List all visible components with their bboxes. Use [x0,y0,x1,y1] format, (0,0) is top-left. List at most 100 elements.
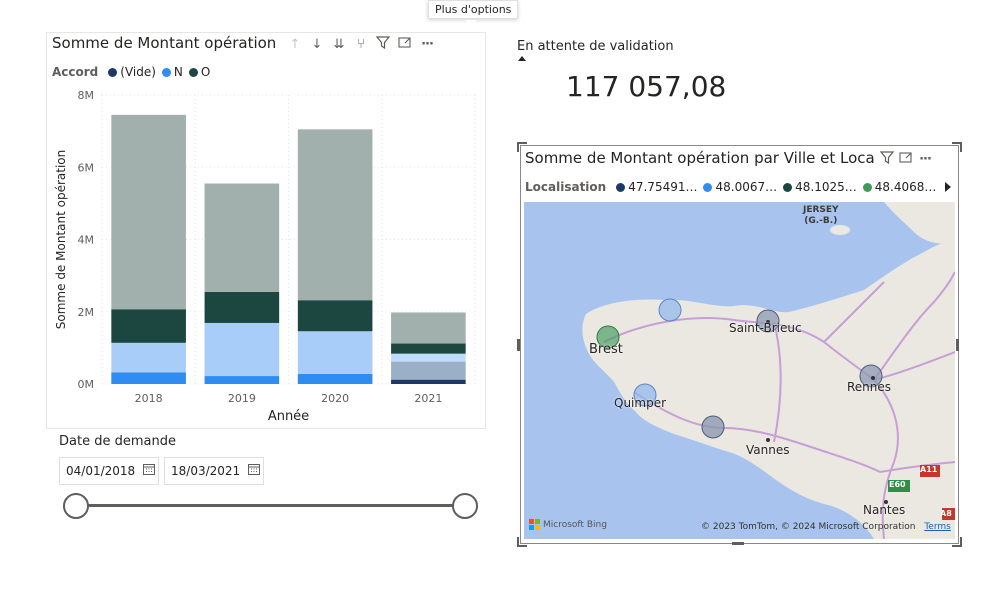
calendar-icon[interactable] [248,458,261,484]
legend-label: 48.0067… [715,180,778,194]
tooltip-arrow [465,20,477,26]
map-title: Somme de Montant opération par Ville et … [525,149,875,167]
kpi-trend-icon [518,56,526,61]
bar-segment [111,309,186,343]
bar-segment [204,291,280,323]
city-label-saint-brieuc: Saint-Brieuc [729,321,802,335]
more-options-tooltip: Plus d'options [428,0,519,19]
resize-handle-bl[interactable] [517,537,527,547]
map-attribution: © 2023 TomTom, © 2024 Microsoft Corporat… [701,522,951,532]
bubble-north-finistere[interactable] [658,298,682,322]
bar-segment [391,343,466,354]
y-tick-label: 4M [78,234,95,247]
legend-dot [108,68,118,77]
x-tick-label: 2018 [135,392,163,405]
end-date-input[interactable]: 18/03/2021 [164,457,264,485]
resize-handle-tr[interactable] [952,142,962,152]
legend-dot [862,183,872,192]
resize-handle-left[interactable] [517,339,520,351]
more-options-icon[interactable]: ··· [419,37,435,52]
map-legend-item-2[interactable]: 48.0067… [703,180,777,194]
bar-segment [391,361,466,380]
resize-handle-br[interactable] [952,537,962,547]
kpi-label: En attente de validation [517,39,674,54]
start-date-value: 04/01/2018 [66,464,136,478]
date-slicer: Date de demande 04/01/2018 18/03/2021 [46,430,484,530]
map-legend-item-4[interactable]: 48.4068… [862,180,937,194]
bar-segment [391,312,466,344]
start-date-input[interactable]: 04/01/2018 [59,457,159,485]
road-label-a8: A8 [940,509,952,518]
legend-label: 48.1025… [795,180,857,194]
microsoft-logo-icon [529,519,540,530]
filter-icon[interactable] [375,36,391,53]
bar-chart-plot: 0M 2M 4M 6M 8M 2018 2019 2020 2021 Année Somme de … [54,89,476,424]
bar-segment [297,331,373,374]
slicer-title: Date de demande [59,434,176,449]
map-legend-item-3[interactable]: 48.1025… [783,180,857,194]
end-date-value: 18/03/2021 [171,464,241,478]
focus-mode-icon[interactable] [898,151,914,168]
map-header-icons: ··· [879,151,933,168]
expand-hierarchy-icon[interactable]: ⑂ [353,37,369,52]
map-label-jersey: JERSEY (G.-B.) [803,205,839,227]
bar-chart-visual[interactable]: Somme de Montant opération ↑ ↓ ⇊ ⑂ ··· A… [46,32,486,429]
bing-logo: Microsoft Bing [529,519,607,530]
range-end-handle[interactable] [452,493,478,519]
jersey-line2: (G.-B.) [804,216,838,226]
resize-handle-tl[interactable] [517,142,527,152]
city-label-quimper: Quimper [614,396,667,410]
bar-segment [204,322,280,377]
range-start-handle[interactable] [63,493,89,519]
legend-dot [161,68,171,77]
terms-link[interactable]: Terms [924,522,951,532]
arrow-down-icon[interactable]: ↓ [309,37,325,52]
bar-segment [391,379,466,384]
x-tick-label: 2019 [228,392,256,405]
legend-dot [703,183,713,192]
bar-segment [111,342,186,373]
bar-segment [111,372,186,384]
bar-segment [297,300,373,332]
resize-handle-right[interactable] [956,339,959,351]
tooltip-text: Plus d'options [435,3,512,16]
legend-label: 47.75491… [628,180,698,194]
y-axis-title: Somme de Montant opération [54,150,68,329]
focus-mode-icon[interactable] [397,36,413,53]
double-arrow-down-icon[interactable]: ⇊ [331,37,347,52]
legend-dot [616,183,626,192]
x-tick-label: 2020 [321,392,349,405]
y-tick-label: 6M [78,161,95,174]
jersey-line1: JERSEY [803,205,839,215]
y-tick-label: 2M [78,306,95,319]
legend-dot [783,183,793,192]
bar-segment [204,183,280,292]
city-label-vannes: Vannes [746,443,790,457]
map-visual[interactable]: Somme de Montant opération par Ville et … [520,145,959,544]
map-legend-item-1[interactable]: 47.75491… [616,180,697,194]
y-tick-label: 8M [78,89,95,102]
y-tick-label: 0M [78,378,95,391]
legend-label: 48.4068… [874,180,937,194]
kpi-value: 117 057,08 [566,70,727,103]
date-range-track[interactable] [76,504,464,507]
calendar-icon[interactable] [143,458,156,484]
bar-chart-title: Somme de Montant opération [52,34,277,52]
copyright-text: © 2023 TomTom, © 2024 Microsoft Corporat… [701,522,916,532]
road-label-a11: A11 [920,465,938,474]
bar-segment [111,114,186,310]
kpi-card: En attente de validation 117 057,08 [516,36,726,116]
filter-icon[interactable] [879,151,895,168]
legend-next-arrow-icon[interactable] [945,182,951,192]
resize-handle-bottom[interactable] [732,542,744,545]
bar-segment [297,129,373,301]
more-options-icon[interactable]: ··· [917,152,933,167]
legend-dot [188,68,198,77]
bar-segment [297,373,373,384]
bar-segment [204,376,280,384]
visual-header-icons: ↑ ↓ ⇊ ⑂ ··· [287,36,435,53]
arrow-up-icon[interactable]: ↑ [287,37,303,52]
bubble-morbihan[interactable] [701,415,725,439]
bar-segment [391,353,466,362]
road-label-e60: E60 [889,480,906,489]
